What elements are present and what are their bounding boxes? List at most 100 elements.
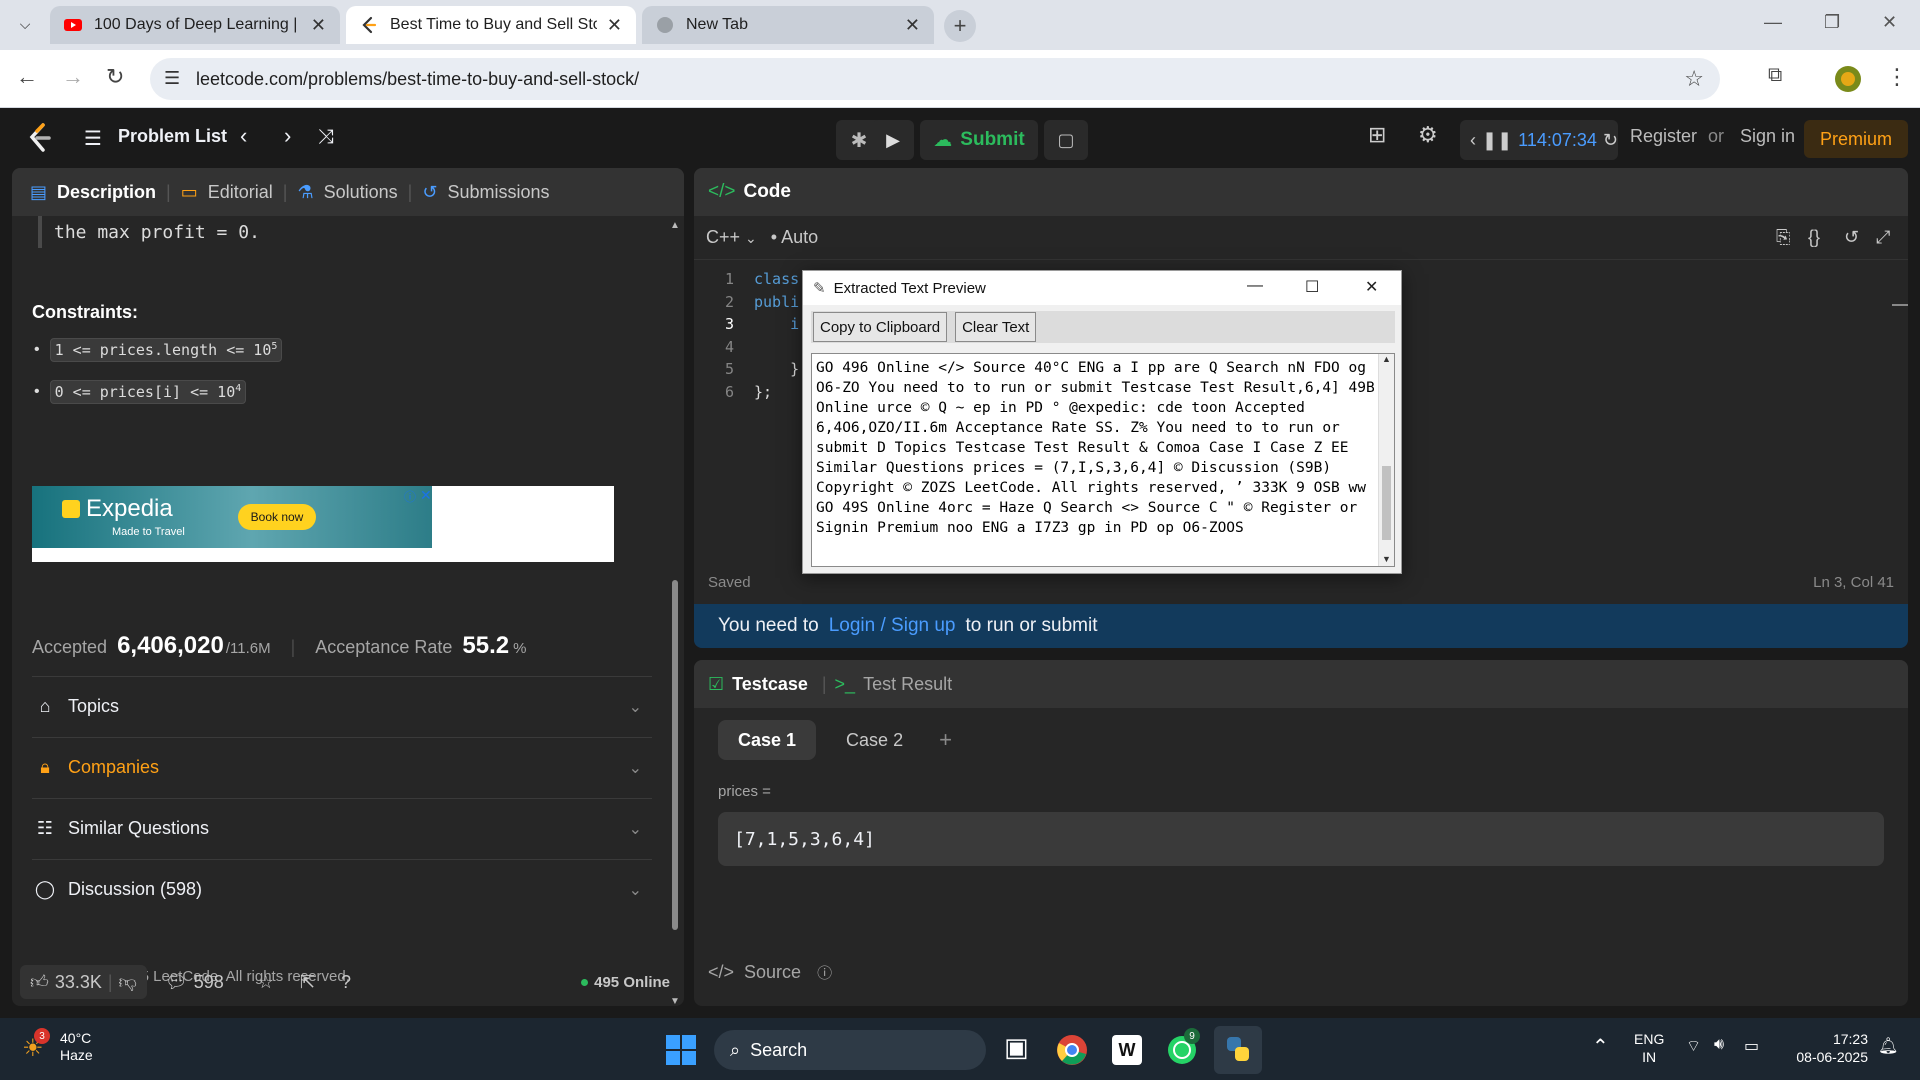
ad-info-icon[interactable]: ⓘ — [404, 488, 416, 505]
login-signup-link[interactable]: Login / Sign up — [829, 615, 956, 637]
discussion-section[interactable]: ◯ Discussion (598) ⌄ — [32, 859, 652, 919]
taskbar-search[interactable]: ⌕ Search — [714, 1030, 986, 1070]
chrome-icon[interactable] — [1056, 1034, 1088, 1066]
clear-text-button[interactable]: Clear Text — [955, 312, 1037, 342]
language-select[interactable]: C++ ⌄ — [706, 227, 757, 248]
source-link[interactable]: </> Source ⓘ — [708, 962, 832, 983]
reset-code-icon[interactable]: ↺ — [1844, 227, 1859, 248]
settings-gear-icon[interactable]: ⚙ — [1418, 122, 1438, 148]
pause-icon[interactable]: ❚❚ — [1482, 130, 1512, 151]
bookmark-icon[interactable]: ⎘ — [1776, 227, 1790, 248]
help-icon[interactable]: ⓘ — [817, 962, 832, 983]
close-tab-icon[interactable]: ✕ — [311, 15, 326, 36]
scrollbar-thumb[interactable] — [1382, 466, 1391, 540]
language-indicator[interactable]: ENG IN — [1634, 1030, 1664, 1066]
auto-mode[interactable]: • Auto — [771, 227, 818, 248]
ad-book-now-button[interactable]: Book now — [238, 504, 316, 530]
reload-icon[interactable]: ↻ — [106, 64, 124, 90]
leetcode-logo-icon[interactable] — [26, 122, 54, 154]
url-field[interactable]: ☰ leetcode.com/problems/best-time-to-buy… — [150, 58, 1720, 100]
premium-button[interactable]: Premium — [1804, 120, 1908, 158]
restore-icon[interactable]: ❐ — [1824, 12, 1840, 33]
ad-close-icon[interactable]: ✕ — [420, 487, 432, 504]
tab-leetcode[interactable]: Best Time to Buy and Sell Stock ✕ — [346, 6, 636, 44]
minimize-icon[interactable]: — — [1764, 12, 1782, 33]
scroll-up-icon[interactable]: ▲ — [670, 220, 680, 231]
ad-image[interactable]: Expedia Made to Travel Book now — [32, 486, 432, 548]
text-scrollbar[interactable]: ▲ ▼ — [1378, 354, 1394, 566]
tab-testcase[interactable]: Testcase — [732, 674, 808, 695]
close-window-icon[interactable]: ✕ — [1882, 12, 1897, 33]
weather-widget[interactable]: ☀ 3 40°C Haze — [22, 1028, 93, 1064]
prev-problem-icon[interactable]: ‹ — [240, 123, 247, 149]
notes-button[interactable]: ▢ — [1044, 120, 1088, 160]
notifications-bell-icon[interactable]: 🔔︎ — [1878, 1036, 1898, 1056]
similar-questions-section[interactable]: ☷ Similar Questions ⌄ — [32, 798, 652, 858]
tab-test-result[interactable]: Test Result — [863, 674, 952, 695]
comments-button[interactable]: 💬︎ 598 — [165, 972, 224, 993]
clock[interactable]: 17:23 08-06-2025 — [1780, 1030, 1868, 1066]
next-problem-icon[interactable]: › — [284, 123, 291, 149]
tab-solutions[interactable]: Solutions — [324, 182, 398, 203]
timer-widget[interactable]: ‹ ❚❚ 114:07:34 ↻ — [1460, 120, 1618, 160]
close-tab-icon[interactable]: ✕ — [607, 15, 622, 36]
ad-banner[interactable]: Expedia Made to Travel Book now ⓘ ✕ — [32, 486, 614, 562]
site-info-icon[interactable]: ☰ — [164, 68, 180, 89]
share-icon[interactable]: ⇱ — [300, 972, 315, 993]
add-case-button[interactable]: + — [933, 720, 958, 760]
problem-list-link[interactable]: Problem List — [118, 126, 227, 147]
notion-icon[interactable]: W — [1112, 1035, 1142, 1065]
windows-start-icon[interactable] — [666, 1035, 696, 1065]
description-scrollbar[interactable]: ▲ ▼ — [668, 220, 680, 1006]
layout-grid-icon[interactable]: ⊞ — [1368, 122, 1386, 148]
python-app-button[interactable] — [1214, 1026, 1262, 1074]
prices-input[interactable]: [7,1,5,3,6,4] — [718, 812, 1884, 866]
help-icon[interactable]: ? — [341, 972, 351, 993]
maximize-icon[interactable]: ☐ — [1305, 277, 1319, 297]
wifi-icon[interactable]: ⌔ — [1686, 1036, 1701, 1056]
back-icon[interactable]: ← — [16, 64, 38, 90]
close-tab-icon[interactable]: ✕ — [905, 15, 920, 36]
favorite-star-icon[interactable]: ☆ — [258, 972, 274, 993]
list-icon[interactable]: ☰ — [84, 126, 102, 151]
extracted-text-area[interactable]: GO 496 Online </> Source 40°C ENG a I pp… — [811, 353, 1395, 567]
tab-youtube[interactable]: 100 Days of Deep Learning | Co ✕ — [50, 6, 340, 44]
thumbs-down-icon[interactable]: 👎︎ — [119, 971, 137, 993]
whatsapp-icon[interactable]: 9 — [1166, 1028, 1200, 1071]
case-1-tab[interactable]: Case 1 — [718, 720, 817, 760]
extensions-icon[interactable]: ⧉ — [1768, 64, 1782, 87]
run-button[interactable]: ▶ — [872, 120, 914, 160]
dialog-titlebar[interactable]: ✎ Extracted Text Preview — ☐ ✕ — [803, 271, 1401, 305]
tab-new-tab[interactable]: New Tab ✕ — [642, 6, 934, 44]
new-tab-button[interactable]: + — [944, 10, 976, 42]
register-link[interactable]: Register — [1630, 126, 1697, 147]
volume-icon[interactable]: 🔊︎ — [1714, 1036, 1724, 1054]
reset-timer-icon[interactable]: ↻ — [1603, 130, 1618, 151]
format-braces-icon[interactable]: {} — [1808, 227, 1820, 248]
show-hidden-icons[interactable]: ⌃ — [1592, 1034, 1609, 1059]
submit-button[interactable]: ☁ Submit — [920, 120, 1038, 160]
tab-search-chevron-icon[interactable]: ⌵ — [12, 11, 38, 37]
task-view-icon[interactable]: ▣ — [1004, 1032, 1029, 1063]
topics-section[interactable]: ⌂ Topics ⌄ — [32, 676, 652, 736]
case-2-tab[interactable]: Case 2 — [826, 720, 923, 760]
tab-description[interactable]: Description — [57, 182, 156, 203]
bookmark-star-icon[interactable]: ☆ — [1684, 66, 1704, 92]
shuffle-icon[interactable]: ⤨ — [318, 126, 334, 149]
timer-collapse-icon[interactable]: ‹ — [1470, 130, 1476, 151]
forward-icon[interactable]: → — [62, 64, 84, 90]
thumbs-up-icon[interactable]: 👍︎ — [30, 971, 49, 993]
tab-editorial[interactable]: Editorial — [208, 182, 273, 203]
fullscreen-icon[interactable]: ⤢ — [1876, 227, 1890, 248]
companies-section[interactable]: 🔒︎ Companies ⌄ — [32, 737, 652, 797]
minimize-icon[interactable]: — — [1247, 277, 1263, 295]
sign-in-link[interactable]: Sign in — [1740, 126, 1795, 147]
code-area[interactable]: class publi i } }; — [754, 268, 799, 403]
close-icon[interactable]: ✕ — [1365, 277, 1378, 297]
scroll-up-icon[interactable]: ▲ — [1382, 354, 1391, 364]
menu-dots-icon[interactable]: ⋮ — [1886, 64, 1908, 90]
battery-icon[interactable]: ▭ — [1744, 1036, 1759, 1056]
tab-submissions[interactable]: Submissions — [447, 182, 549, 203]
scroll-down-icon[interactable]: ▼ — [1382, 554, 1391, 564]
profile-avatar[interactable] — [1834, 65, 1862, 93]
